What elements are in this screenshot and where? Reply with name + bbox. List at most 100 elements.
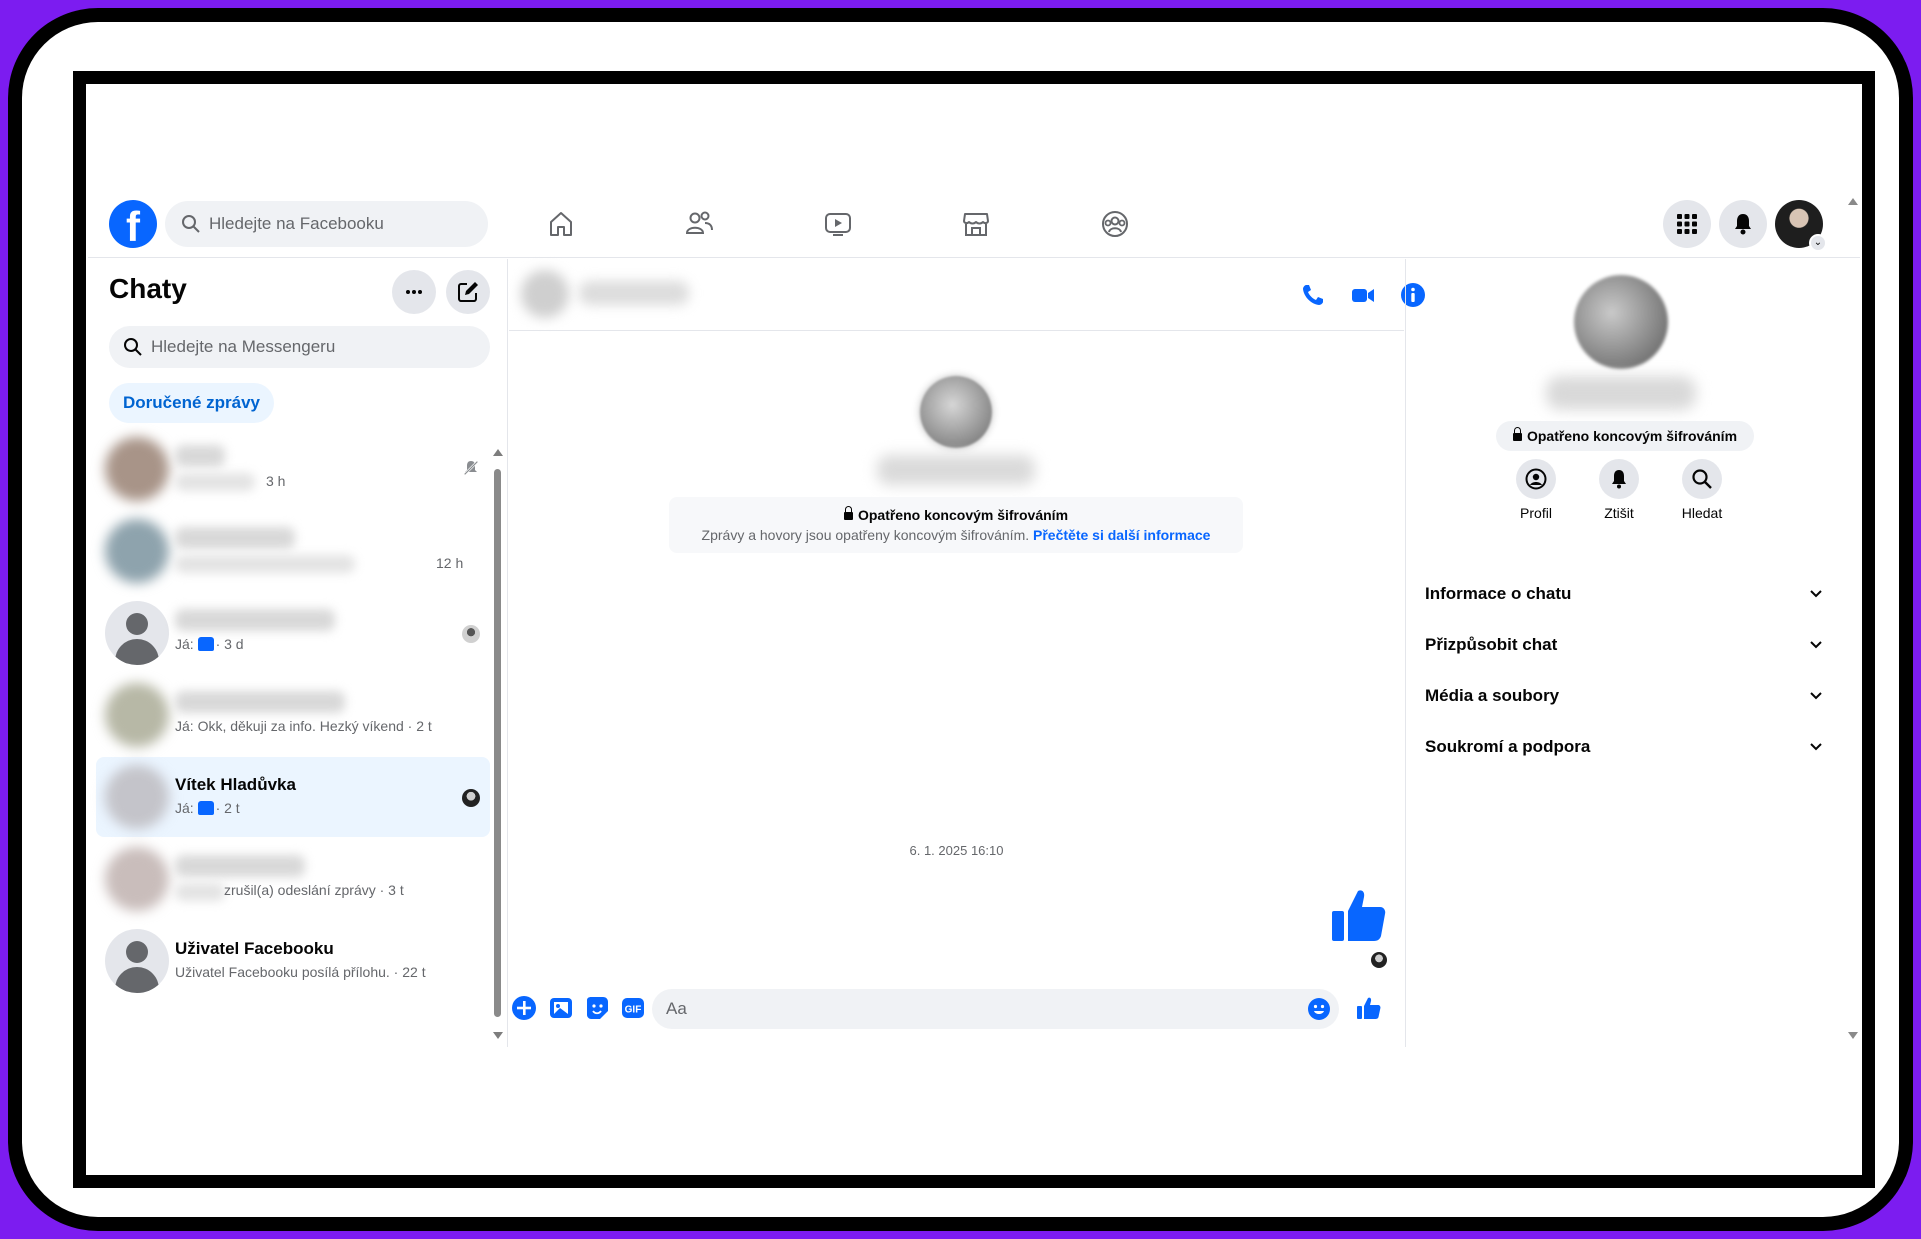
chat-details-panel: Opatřeno koncovým šifrováním Profil Ztiš… [1405,259,1845,1047]
lock-icon [1512,427,1522,441]
seen-avatar [462,789,480,807]
blurred-contact-name[interactable] [579,281,689,305]
contact-avatar [105,765,169,829]
mute-action[interactable]: Ztišit [1574,459,1664,521]
conversation-item[interactable]: Já: · 3 d [96,593,490,673]
facebook-messenger-app: f Hledejte na Facebooku ⌄ Chaty Hledejte… [88,190,1860,1047]
chats-sidebar: Chaty Hledejte na Messengeru Doručené zp… [88,259,508,1047]
search-action[interactable]: Hledat [1657,459,1747,521]
messenger-search-placeholder: Hledejte na Messengeru [151,337,336,356]
lock-icon [843,506,853,520]
accordion-title: Přizpůsobit chat [1425,635,1558,654]
search-icon [124,338,142,356]
contact-name: Uživatel Facebooku [175,939,334,958]
conversation-item-active[interactable]: Vítek Hladůvka Já: · 2 t [96,757,490,837]
conversation-pane: Opatřeno koncovým šifrováním Zprávy a ho… [509,259,1425,1047]
message-preview: Uživatel Facebooku posílá přílohu. · 22 … [175,964,426,980]
learn-more-link[interactable]: Přečtěte si další informace [1033,527,1210,543]
default-avatar [105,601,169,665]
plus-icon[interactable] [511,995,537,1021]
accordion-chat-info[interactable]: Informace o chatu [1406,570,1846,620]
conversation-item[interactable]: 3 h [96,429,490,509]
home-icon[interactable] [543,206,579,242]
blurred-contact-name [877,455,1035,485]
blurred-contact-name [1546,376,1696,410]
contact-avatar [105,847,169,911]
blurred-contact-name [175,609,335,631]
conversation-item[interactable]: zrušil(a) odeslání zprávy · 3 t [96,839,490,919]
blurred-contact-name [175,855,305,877]
photo-icon[interactable] [548,995,574,1021]
gif-icon[interactable]: GIF [620,995,646,1021]
encryption-notice: Opatřeno koncovým šifrováním Zprávy a ho… [669,497,1243,553]
new-message-button[interactable] [446,270,490,314]
contact-avatar [105,519,169,583]
friends-icon[interactable] [681,206,717,242]
chevron-down-icon: ⌄ [1809,234,1827,252]
svg-text:GIF: GIF [625,1005,642,1016]
menu-grid-button[interactable] [1663,200,1711,248]
accordion-customize-chat[interactable]: Přizpůsobit chat [1406,621,1846,671]
message-preview: Já: · 2 t [175,800,240,816]
message-input-placeholder: Aa [666,999,687,1018]
bell-icon [1612,470,1626,489]
video-call-icon[interactable] [1349,281,1377,309]
facebook-search-input[interactable]: Hledejte na Facebooku [165,201,488,247]
conversation-item[interactable]: Uživatel Facebooku Uživatel Facebooku po… [96,921,490,1001]
notifications-button[interactable] [1719,200,1767,248]
groups-icon[interactable] [1097,206,1133,242]
profile-action[interactable]: Profil [1491,459,1581,521]
scrollbar-thumb[interactable] [494,469,501,1017]
message-input[interactable]: Aa [652,989,1339,1029]
profile-action-label: Profil [1520,505,1552,521]
chat-list-scrollbar[interactable] [492,449,504,1039]
search-icon [1692,469,1712,489]
blurred-contact-name [175,691,345,713]
accordion-title: Soukromí a podpora [1425,737,1591,756]
conversation-item[interactable]: 12 h [96,511,490,591]
send-like-icon[interactable] [1355,995,1381,1021]
default-avatar [105,929,169,993]
contact-avatar-large [1574,275,1668,369]
conversation-item[interactable]: Já: Okk, děkuji za info. Hezký víkend · … [96,675,490,755]
scroll-up-arrow-icon[interactable] [1848,198,1858,205]
message-preview: Já: · 3 d [175,636,244,652]
emoji-icon[interactable] [1307,997,1331,1021]
like-thumb-icon [197,801,214,815]
conversation-time: 12 h [436,555,464,571]
chevron-down-icon [1810,590,1822,598]
encryption-badge: Opatřeno koncovým šifrováním [1496,421,1754,451]
blurred-contact-name [175,445,225,467]
chevron-down-icon [1810,641,1822,649]
phone-icon[interactable] [1299,281,1327,309]
page-scrollbar[interactable] [1845,190,1860,1047]
blurred-message-preview [175,473,255,491]
scroll-down-arrow-icon[interactable] [493,1032,503,1039]
blurred-sender-name [175,883,225,901]
marketplace-icon[interactable] [958,206,994,242]
message-preview: Já: Okk, děkuji za info. Hezký víkend · … [175,718,432,734]
muted-bell-icon [463,460,479,476]
sticker-icon[interactable] [584,995,610,1021]
accordion-title: Média a soubory [1425,686,1560,705]
blurred-contact-name [175,527,295,549]
account-avatar[interactable]: ⌄ [1775,200,1827,252]
conversation-header [509,259,1425,331]
chevron-down-icon [1810,692,1822,700]
contact-avatar-large [920,376,992,448]
messenger-search-input[interactable]: Hledejte na Messengeru [109,326,490,368]
video-icon[interactable] [820,206,856,242]
inbox-filter-tab[interactable]: Doručené zprávy [109,383,274,423]
accordion-privacy-support[interactable]: Soukromí a podpora [1406,723,1846,773]
facebook-logo-icon[interactable]: f [109,200,157,250]
contact-avatar[interactable] [521,270,569,318]
scroll-up-arrow-icon[interactable] [493,449,503,456]
mute-action-label: Ztišit [1604,505,1634,521]
like-thumb-message-icon [1332,890,1386,941]
conversation-time: 3 h [266,473,286,489]
accordion-media-files[interactable]: Média a soubory [1406,672,1846,722]
chats-options-button[interactable] [392,270,436,314]
scroll-down-arrow-icon[interactable] [1848,1032,1858,1039]
encryption-text: Zprávy a hovory jsou opatřeny koncovým š… [701,527,1030,543]
encryption-title: Opatřeno koncovým šifrováním [857,507,1069,523]
